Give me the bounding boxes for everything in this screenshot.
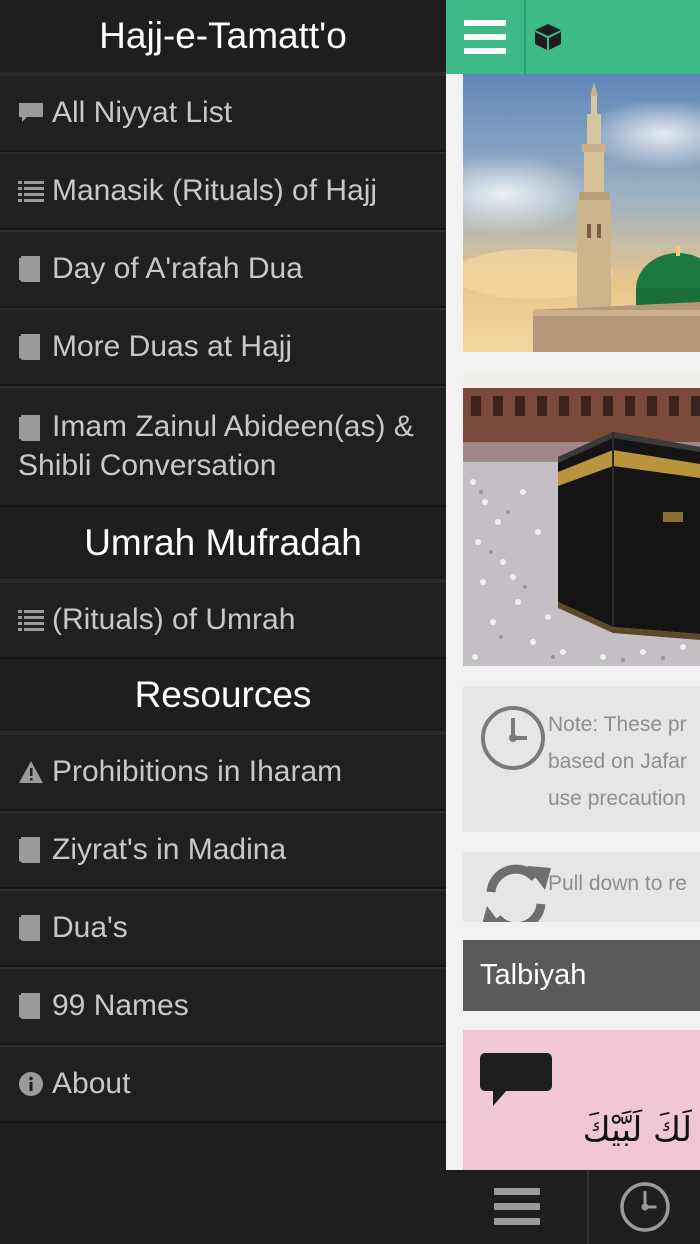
note-line-1: Note: These pr: [548, 713, 687, 736]
book-icon: [18, 250, 46, 288]
warning-icon: [18, 753, 46, 791]
kaaba-image: [463, 372, 700, 666]
book-icon: [18, 409, 46, 447]
drawer-item-label: Dua's: [52, 911, 128, 945]
drawer-item-rituals-umrah[interactable]: (Rituals) of Umrah: [0, 581, 446, 660]
cube-button[interactable]: [526, 0, 570, 74]
list-icon: [18, 601, 46, 639]
hajj-section-title: Hajj-e-Tamatt'o: [0, 0, 446, 74]
speech-bubble-icon: [480, 1053, 552, 1106]
drawer-item-about[interactable]: About: [0, 1045, 446, 1124]
book-icon: [18, 987, 46, 1025]
drawer-item-label: 99 Names: [52, 989, 189, 1023]
umrah-section-title: Umrah Mufradah: [0, 507, 446, 582]
menu-button[interactable]: [446, 0, 526, 74]
arabic-text: لَكَ لَبَّيْكَ: [582, 1110, 692, 1150]
navigation-drawer: Hajj-e-Tamatt'o All Niyyat List Manasik …: [0, 0, 446, 1244]
bottom-menu-button[interactable]: [446, 1170, 589, 1244]
drawer-item-duas[interactable]: Dua's: [0, 889, 446, 968]
book-icon: [18, 328, 46, 366]
drawer-item-prohibitions[interactable]: Prohibitions in Iharam: [0, 733, 446, 812]
hamburger-icon: [464, 20, 506, 54]
top-bar: [446, 0, 700, 74]
talbiyah-header[interactable]: Talbiyah: [463, 940, 700, 1011]
main-content: Note: These pr based on Jafar use precau…: [446, 0, 700, 1244]
info-icon: [18, 1065, 46, 1103]
drawer-item-imam-shibli[interactable]: Imam Zainul Abideen(as) & Shibli Convers…: [0, 386, 446, 508]
note-line-3: use precaution: [548, 787, 686, 810]
refresh-icon: [482, 864, 551, 922]
note-card: Note: These pr based on Jafar use precau…: [463, 686, 700, 832]
drawer-item-all-niyyat[interactable]: All Niyyat List: [0, 74, 446, 152]
drawer-item-label: About: [52, 1067, 131, 1101]
drawer-item-label: Prohibitions in Iharam: [52, 755, 343, 789]
drawer-item-more-duas[interactable]: More Duas at Hajj: [0, 308, 446, 386]
drawer-item-label: Imam Zainul Abideen(as) & Shibli Convers…: [18, 410, 414, 483]
drawer-item-99-names[interactable]: 99 Names: [0, 967, 446, 1046]
pull-down-text: Pull down to re: [548, 872, 687, 895]
hamburger-icon: [493, 1188, 540, 1225]
comment-icon: [18, 94, 46, 132]
drawer-item-label: (Rituals) of Umrah: [52, 603, 296, 637]
list-icon: [18, 172, 46, 210]
clock-icon: [619, 1182, 670, 1232]
talbiyah-card: لَكَ لَبَّيْكَ: [463, 1030, 700, 1170]
book-icon: [18, 831, 46, 869]
drawer-item-arafah-dua[interactable]: Day of A'rafah Dua: [0, 230, 446, 308]
pull-refresh-card[interactable]: Pull down to re: [463, 852, 700, 922]
book-icon: [18, 909, 46, 947]
clock-icon: [481, 706, 545, 770]
cube-icon: [535, 24, 561, 50]
drawer-item-label: More Duas at Hajj: [52, 330, 293, 363]
resources-section-title: Resources: [0, 659, 446, 734]
mosque-image: [463, 74, 700, 352]
drawer-item-label: Manasik (Rituals) of Hajj: [52, 174, 378, 207]
drawer-item-label: Ziyrat's in Madina: [52, 833, 287, 867]
bottom-bar: [446, 1170, 700, 1244]
drawer-item-ziyrats-madina[interactable]: Ziyrat's in Madina: [0, 811, 446, 890]
bottom-clock-button[interactable]: [589, 1170, 700, 1244]
note-line-2: based on Jafar: [548, 750, 687, 773]
drawer-item-manasik-hajj[interactable]: Manasik (Rituals) of Hajj: [0, 152, 446, 230]
drawer-item-label: All Niyyat List: [52, 96, 233, 129]
drawer-item-label: Day of A'rafah Dua: [52, 252, 303, 285]
